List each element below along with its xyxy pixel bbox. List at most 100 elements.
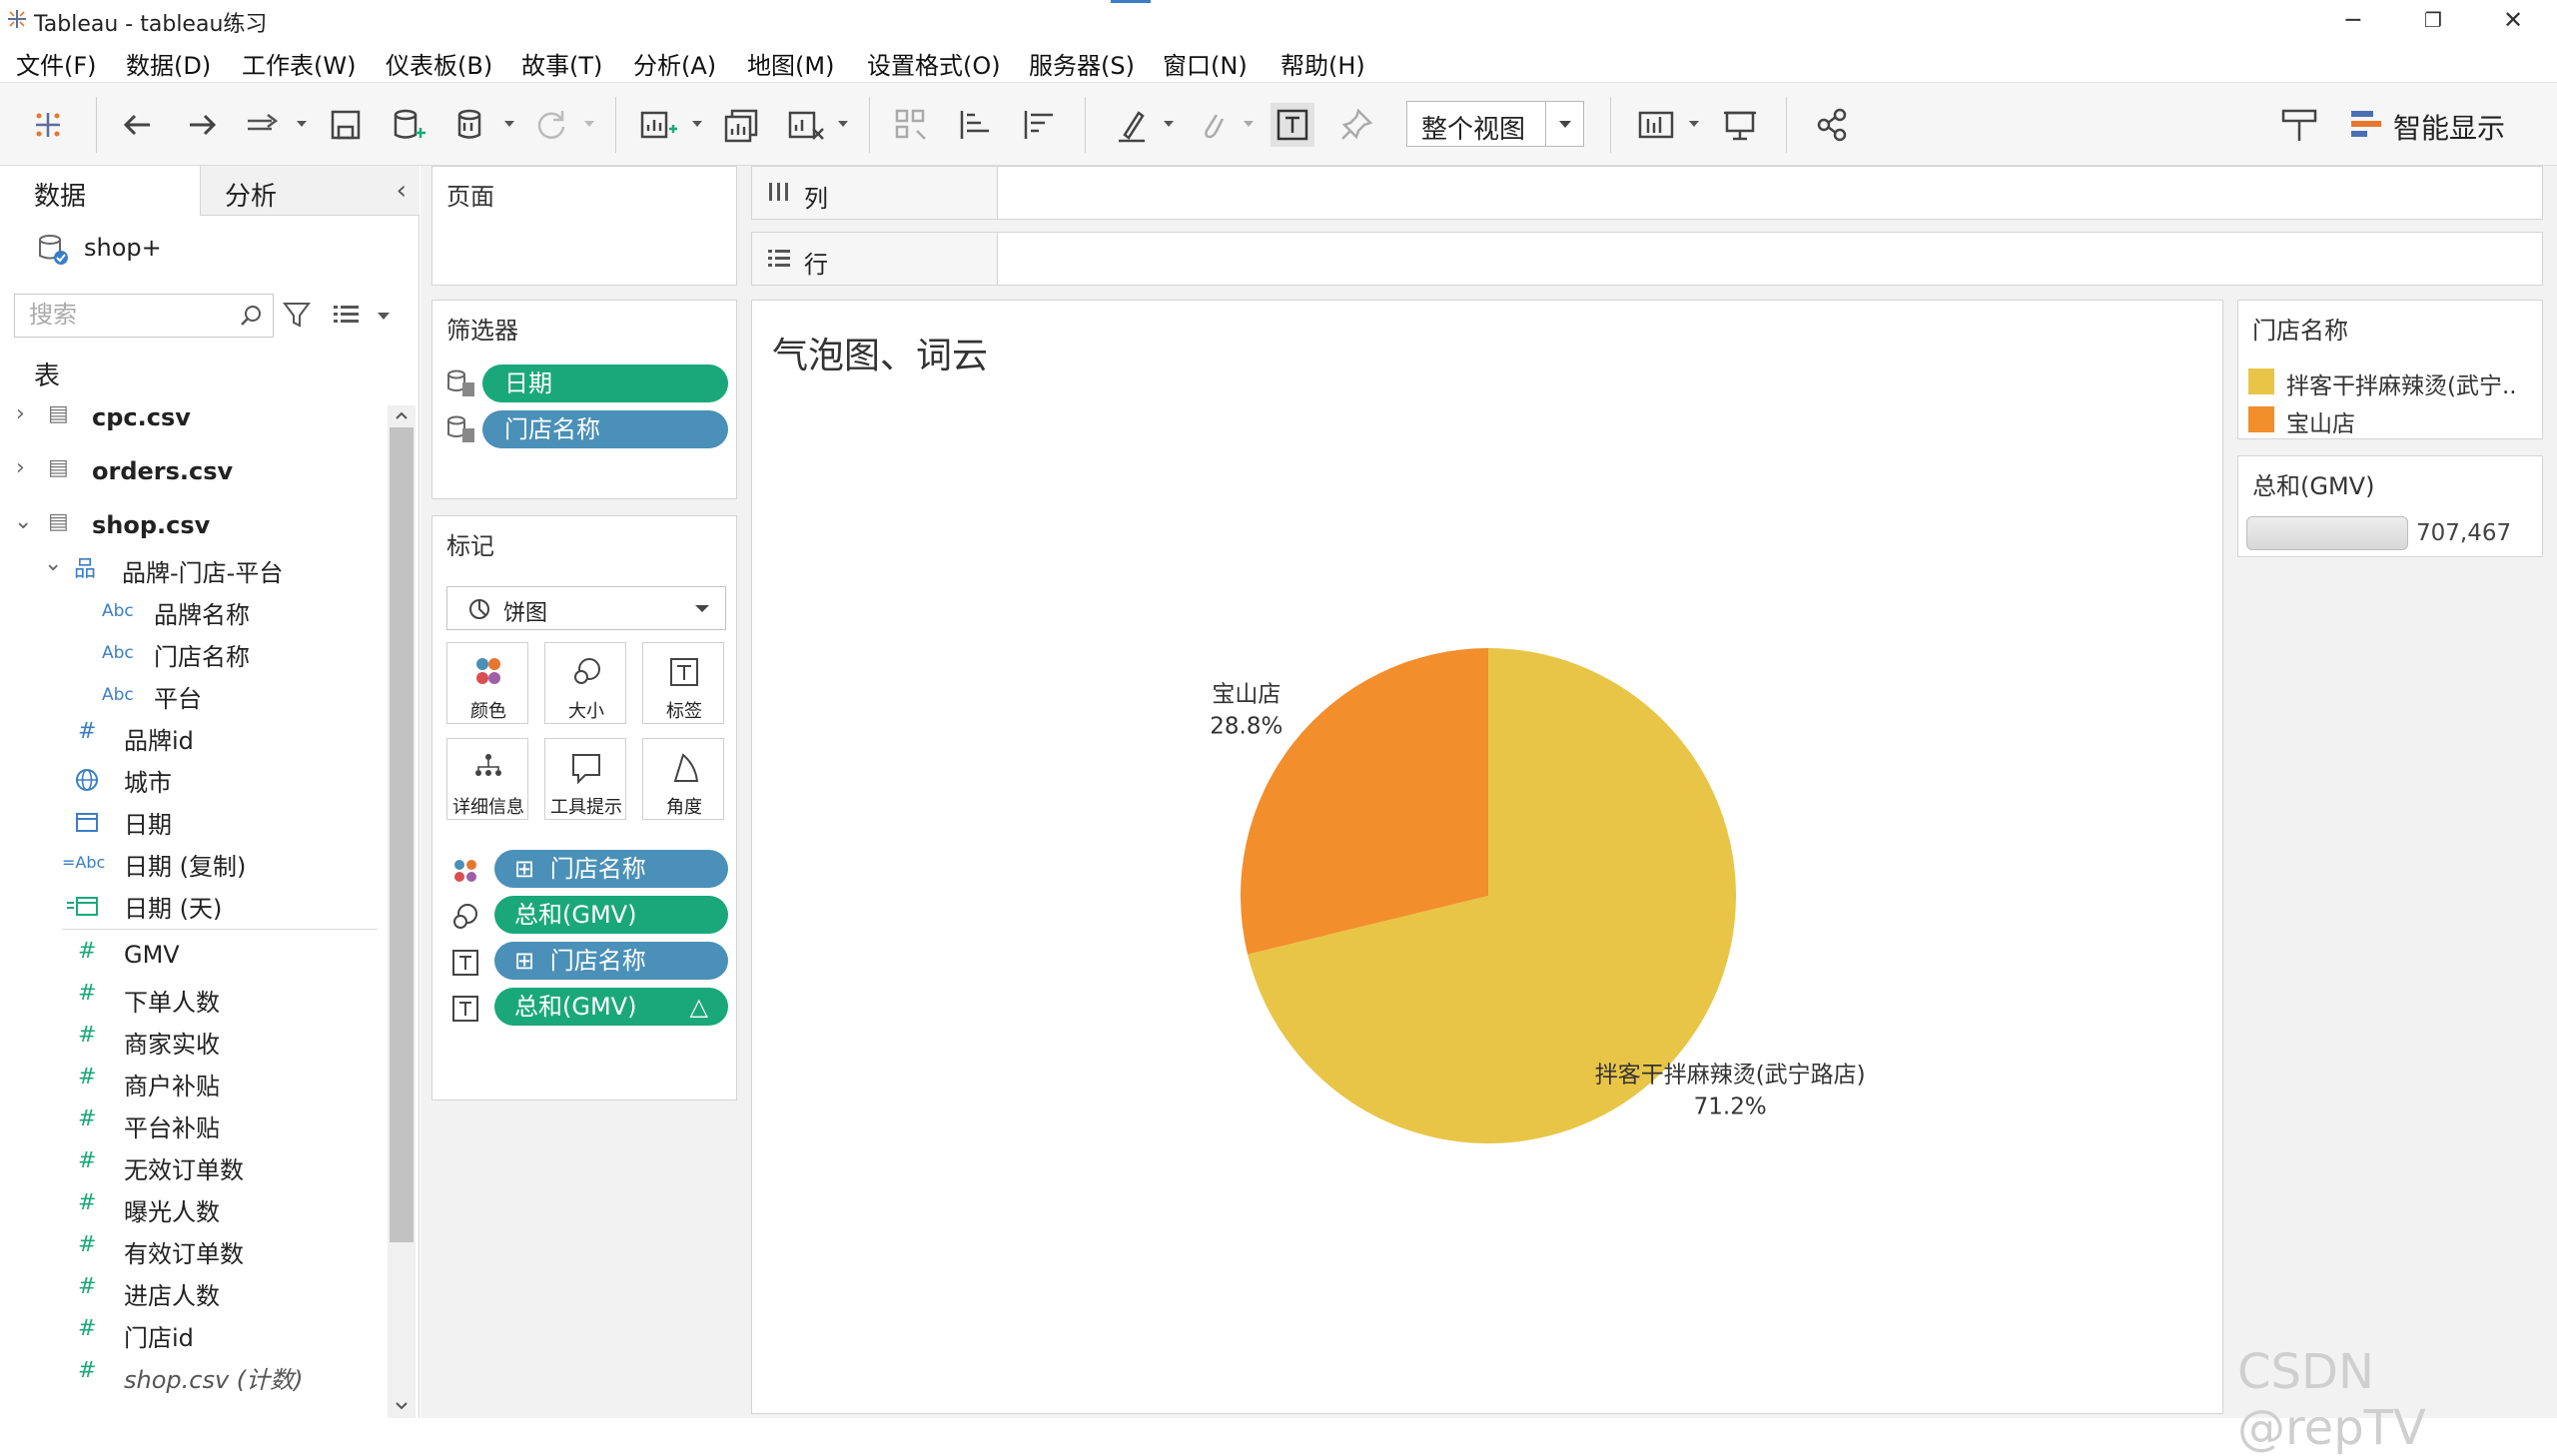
scroll-down-icon[interactable] — [394, 1400, 410, 1412]
marks-pill-size[interactable]: 总和(GMV) — [494, 896, 728, 934]
undo-icon[interactable] — [116, 103, 160, 147]
collapse-pane-icon[interactable]: ‹ — [397, 176, 407, 206]
new-worksheet-icon[interactable] — [635, 103, 679, 147]
color-legend[interactable]: 门店名称 拌客干拌麻辣烫(武宁.. 宝山店 — [2237, 300, 2543, 439]
duplicate-sheet-icon[interactable] — [719, 103, 763, 147]
measure-item[interactable]: # 曝光人数 — [0, 1188, 380, 1228]
menu-map[interactable]: 地图(M) — [747, 46, 834, 81]
chevron-down-icon[interactable] — [296, 119, 308, 129]
filter-pill-date[interactable]: 日期 — [482, 364, 728, 402]
sort-descending-icon[interactable] — [1017, 103, 1061, 147]
chevron-down-icon[interactable] — [376, 310, 392, 322]
replay-icon[interactable] — [242, 103, 286, 147]
marks-label-button[interactable]: 标签 — [642, 642, 724, 724]
menu-format[interactable]: 设置格式(O) — [867, 46, 1001, 81]
filters-card[interactable]: 筛选器 日期 门店名称 — [431, 300, 737, 499]
menu-file[interactable]: 文件(F) — [16, 46, 97, 81]
clear-sheet-icon[interactable] — [783, 103, 827, 147]
marks-detail-button[interactable]: 详细信息 — [446, 738, 528, 820]
show-me-button[interactable]: 智能显示 — [2393, 107, 2505, 147]
chevron-right-icon[interactable]: › — [16, 455, 25, 480]
chevron-right-icon[interactable]: › — [16, 401, 25, 426]
measure-item[interactable]: # 门店id — [0, 1314, 380, 1354]
measure-item[interactable]: # 商家实收 — [0, 1021, 380, 1061]
measure-item[interactable]: # 下单人数 — [0, 979, 380, 1019]
rows-shelf[interactable]: 行 — [751, 232, 2543, 286]
chevron-down-icon[interactable] — [1688, 119, 1700, 129]
field-item[interactable]: =Abc 日期 (复制) — [0, 843, 380, 883]
marks-angle-button[interactable]: 角度 — [642, 738, 724, 820]
field-item[interactable]: 城市 — [0, 759, 380, 799]
expand-icon[interactable]: ⊞ — [514, 947, 534, 975]
pages-card[interactable]: 页面 — [431, 166, 737, 286]
minimize-button[interactable]: ─ — [2323, 4, 2383, 36]
field-item[interactable]: 日期 (天) — [0, 885, 380, 925]
group-members-icon[interactable] — [1191, 103, 1235, 147]
mark-type-dropdown[interactable]: 饼图 — [446, 586, 726, 630]
measure-item[interactable]: # 平台补贴 — [0, 1104, 380, 1144]
presentation-mode-icon[interactable] — [1718, 103, 1762, 147]
fix-axes-pin-icon[interactable] — [1334, 103, 1378, 147]
show-mark-labels-icon[interactable] — [1271, 103, 1314, 147]
tableau-start-icon[interactable] — [26, 103, 70, 147]
show-cards-icon[interactable] — [1634, 103, 1678, 147]
measure-item[interactable]: # 有效订单数 — [0, 1230, 380, 1270]
presenter-icon[interactable] — [2277, 103, 2321, 147]
menu-data[interactable]: 数据(D) — [126, 46, 211, 81]
new-datasource-icon[interactable] — [386, 103, 429, 147]
table-shop[interactable]: ⌄ ▤ shop.csv — [0, 507, 380, 547]
chevron-down-icon[interactable] — [583, 119, 595, 129]
redo-icon[interactable] — [180, 103, 224, 147]
measure-item[interactable]: # 进店人数 — [0, 1272, 380, 1312]
chevron-down-icon[interactable] — [691, 119, 703, 129]
menu-worksheet[interactable]: 工作表(W) — [242, 46, 356, 81]
menu-analysis[interactable]: 分析(A) — [633, 46, 716, 81]
marks-pill-color[interactable]: ⊞ 门店名称 — [494, 850, 728, 888]
fit-view-dropdown[interactable]: 整个视图 — [1406, 101, 1584, 147]
sort-ascending-icon[interactable] — [953, 103, 997, 147]
hierarchy-item[interactable]: ⌄ 品 品牌-门店-平台 — [0, 549, 380, 589]
size-legend[interactable]: 总和(GMV) 707,467 — [2237, 455, 2543, 557]
worksheet-view[interactable]: 气泡图、词云 拌客干拌麻辣烫(武宁路店) 71.2% 宝山店 28.8% — [751, 300, 2223, 1414]
tab-analysis[interactable]: 分析 — [200, 166, 420, 216]
chevron-down-icon[interactable] — [1243, 119, 1255, 129]
tab-data[interactable]: 数据 — [0, 166, 200, 216]
pause-datasource-icon[interactable] — [449, 103, 493, 147]
field-item[interactable]: Abc 品牌名称 — [0, 591, 380, 631]
show-me-icon[interactable] — [2349, 109, 2385, 141]
share-icon[interactable] — [1810, 103, 1854, 147]
filter-pill-store-name[interactable]: 门店名称 — [482, 410, 728, 448]
menu-server[interactable]: 服务器(S) — [1029, 46, 1135, 81]
swap-rows-columns-icon[interactable] — [889, 103, 933, 147]
field-item[interactable]: 日期 — [0, 801, 380, 841]
expand-icon[interactable]: ⊞ — [514, 855, 534, 883]
scroll-up-icon[interactable] — [394, 409, 410, 421]
marks-color-button[interactable]: 颜色 — [446, 642, 528, 724]
chevron-down-icon[interactable]: ⌄ — [44, 551, 62, 576]
columns-shelf[interactable]: 列 — [751, 166, 2543, 220]
pie-chart[interactable]: 拌客干拌麻辣烫(武宁路店) 71.2% 宝山店 28.8% — [752, 301, 2224, 1415]
legend-item[interactable]: 宝山店 — [2248, 400, 2538, 437]
measure-item[interactable]: # shop.csv (计数) — [0, 1356, 380, 1396]
restore-button[interactable]: ❐ — [2403, 4, 2463, 36]
marks-pill-label-gmv[interactable]: 总和(GMV) △ — [494, 988, 728, 1026]
menu-help[interactable]: 帮助(H) — [1280, 46, 1365, 81]
chevron-down-icon[interactable] — [503, 119, 515, 129]
marks-tooltip-button[interactable]: 工具提示 — [544, 738, 626, 820]
scrollbar-thumb[interactable] — [390, 427, 414, 1242]
field-item[interactable]: # 品牌id — [0, 717, 380, 757]
legend-item[interactable]: 拌客干拌麻辣烫(武宁.. — [2248, 363, 2538, 399]
menu-story[interactable]: 故事(T) — [521, 46, 602, 81]
chevron-down-icon[interactable] — [1163, 119, 1175, 129]
table-cpc[interactable]: › ▤ cpc.csv — [0, 399, 380, 439]
list-view-icon[interactable] — [332, 302, 362, 328]
save-icon[interactable] — [324, 103, 368, 147]
refresh-icon[interactable] — [529, 103, 573, 147]
menu-dashboard[interactable]: 仪表板(B) — [386, 46, 492, 81]
measure-item[interactable]: # GMV — [0, 937, 380, 977]
close-button[interactable]: ✕ — [2483, 4, 2543, 36]
search-icon[interactable] — [239, 303, 265, 329]
chevron-down-icon[interactable] — [837, 119, 849, 129]
highlight-icon[interactable] — [1111, 103, 1155, 147]
table-orders[interactable]: › ▤ orders.csv — [0, 453, 380, 493]
